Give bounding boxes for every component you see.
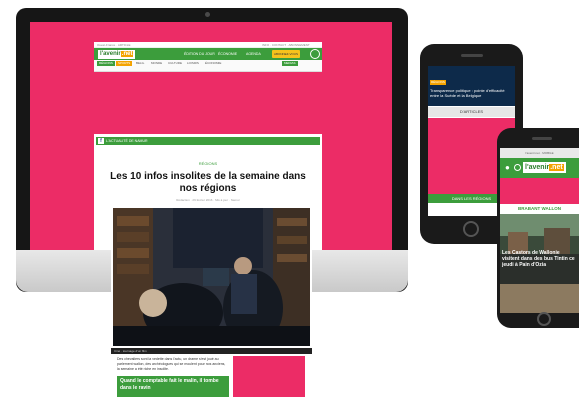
article-headline: Les 10 infos insolites de la semaine dan… [110, 171, 306, 194]
phone-right-thumbnail[interactable] [500, 284, 579, 313]
sub-nav: RÉGIONS SPORTS BELG. MONDE CULTURE LOISI… [94, 60, 322, 72]
pill-monde[interactable]: MONDE [149, 61, 164, 66]
phone-right-logo-suffix: .net [549, 164, 564, 171]
nav-agenda[interactable]: AGENDA [246, 51, 261, 57]
article-intro: Des chevaliers sont la vedette dans l'ac… [117, 357, 226, 371]
nav-edition[interactable]: ÉDITION DU JOUR [184, 51, 215, 57]
facebook-icon[interactable]: f [98, 138, 104, 144]
utility-right[interactable]: INFO · CONTACT · ABONNEMENT [262, 43, 310, 47]
pill-culture[interactable]: CULTURE [166, 61, 184, 66]
phone-left-home-button[interactable] [463, 221, 479, 237]
search-icon[interactable] [310, 49, 320, 59]
subscribe-button[interactable]: ABONNEZ-VOUS [272, 50, 301, 58]
phone-right-search-icon[interactable] [514, 164, 521, 171]
phone-right-topbar: l'avenir.net · MOBILE [500, 148, 579, 158]
phone-right-logo-name: l'avenir [525, 164, 550, 171]
article-meta: Rédaction · 29 février 2016 · Mis à jour… [176, 198, 240, 202]
nav-economie[interactable]: ÉCONOMIE [218, 51, 237, 57]
pill-loisirs[interactable]: LOISIRS [185, 61, 201, 66]
related-article-link[interactable]: Quand le comptable fait le malin, il tom… [117, 376, 229, 397]
side-ad[interactable] [233, 356, 305, 397]
phone-left-articles-bar[interactable]: D'ARTICLES [428, 107, 515, 117]
utility-left: Ouest-France · ARTICLE [97, 43, 131, 47]
phone-left-news-card[interactable] [428, 66, 515, 106]
phone-left-tag: RÉGIONS [430, 80, 446, 85]
pill-medias[interactable]: MEDIAS [282, 61, 298, 66]
pill-regions[interactable]: RÉGIONS [97, 61, 115, 66]
webcam-icon [205, 12, 210, 17]
street-photo [500, 214, 579, 284]
phone-right-logo[interactable]: l'avenir.net [523, 162, 566, 173]
pill-belg[interactable]: BELG. [134, 61, 147, 66]
ad-banner[interactable] [94, 72, 322, 134]
phone-right-ad[interactable] [500, 178, 579, 204]
pill-economie[interactable]: ÉCONOMIE [203, 61, 223, 66]
phone-right-photo-headline[interactable]: Les Castors de Wallonie visitent dans de… [502, 250, 577, 268]
film-set-photo [113, 208, 310, 346]
phone-right-speaker [532, 137, 552, 140]
location-pin-icon[interactable]: ● [505, 164, 510, 172]
site-logo[interactable]: l'avenir.net [98, 50, 136, 59]
article-category[interactable]: RÉGIONS [94, 161, 322, 166]
article-photo[interactable] [111, 206, 312, 348]
pill-sports[interactable]: SPORTS [116, 61, 133, 66]
logo-suffix: .net [120, 51, 134, 57]
phone-left-headline[interactable]: Transparence politique : pointe d'effica… [430, 88, 512, 98]
logo-name: l'avenir [100, 51, 121, 57]
phone-left-speaker [461, 54, 483, 57]
phone-right-home-button[interactable] [537, 312, 551, 326]
phone-right-photo[interactable] [500, 214, 579, 284]
section-bar-label: L'ACTUALITÉ DE NAMUR [106, 139, 148, 143]
phone-right-region-title[interactable]: BRABANT WALLON [500, 206, 579, 211]
